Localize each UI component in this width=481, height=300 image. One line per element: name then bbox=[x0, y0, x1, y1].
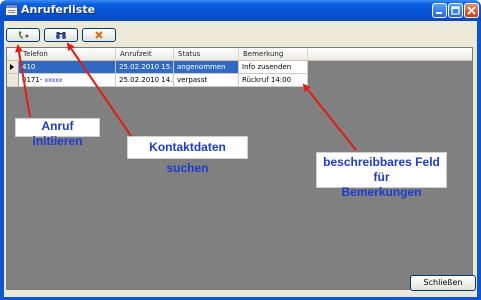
phone-icon bbox=[18, 31, 29, 39]
column-header-telefon[interactable]: Telefon bbox=[19, 48, 116, 60]
column-header-anrufzeit[interactable]: Anrufzeit bbox=[116, 48, 174, 60]
row-header-corner bbox=[7, 48, 19, 60]
cell-telefon[interactable]: 0171- xxxxx bbox=[19, 74, 116, 87]
masked-number: xxxxx bbox=[44, 77, 63, 84]
window-app-icon bbox=[5, 4, 18, 16]
binoculars-icon bbox=[56, 32, 66, 39]
row-selector[interactable] bbox=[7, 74, 19, 87]
call-button[interactable] bbox=[6, 28, 40, 42]
column-header-bemerkung[interactable]: Bemerkung bbox=[239, 48, 308, 60]
cell-bemerkung[interactable]: Info zusenden bbox=[239, 61, 308, 74]
cell-anrufzeit[interactable]: 25.02.2010 14... bbox=[116, 74, 174, 87]
column-header-status[interactable]: Status bbox=[174, 48, 239, 60]
phone-prefix: 0171- bbox=[22, 76, 43, 84]
search-contact-button[interactable] bbox=[44, 28, 78, 42]
cell-bemerkung[interactable]: Rückruf 14:00 bbox=[239, 74, 308, 87]
close-button[interactable]: Schließen bbox=[410, 275, 476, 291]
cell-anrufzeit[interactable]: 25.02.2010 15... bbox=[116, 61, 174, 74]
window-title: Anruferliste bbox=[21, 3, 96, 16]
row-selector[interactable] bbox=[7, 61, 19, 74]
grid-header: Telefon Anrufzeit Status Bemerkung bbox=[7, 48, 472, 61]
maximize-button[interactable] bbox=[448, 3, 463, 18]
delete-icon bbox=[95, 31, 103, 39]
minimize-icon bbox=[436, 12, 442, 14]
table-row[interactable]: 410 25.02.2010 15... angenommen Info zus… bbox=[7, 61, 308, 74]
annotation-remark-line-1: beschreibbares Feld für bbox=[323, 155, 440, 184]
maximize-icon bbox=[451, 6, 460, 15]
annotation-remark: beschreibbares Feld für Bemerkungen bbox=[316, 152, 447, 199]
cell-telefon[interactable]: 410 bbox=[19, 61, 116, 74]
annotation-search: Kontaktdaten suchen bbox=[127, 136, 248, 175]
annotation-call: Anruf initiieren bbox=[15, 118, 100, 148]
table-row[interactable]: 0171- xxxxx 25.02.2010 14... verpasst Rü… bbox=[7, 74, 308, 87]
close-icon bbox=[467, 6, 476, 15]
minimize-button[interactable] bbox=[432, 3, 447, 18]
title-bar[interactable]: Anruferliste bbox=[0, 0, 481, 21]
current-row-arrow-icon bbox=[10, 64, 14, 70]
cell-status[interactable]: verpasst bbox=[174, 74, 239, 87]
delete-button[interactable] bbox=[82, 28, 116, 42]
annotation-remark-line-2: Bemerkungen bbox=[341, 185, 422, 199]
close-window-button[interactable] bbox=[464, 3, 479, 18]
cell-status[interactable]: angenommen bbox=[174, 61, 239, 74]
